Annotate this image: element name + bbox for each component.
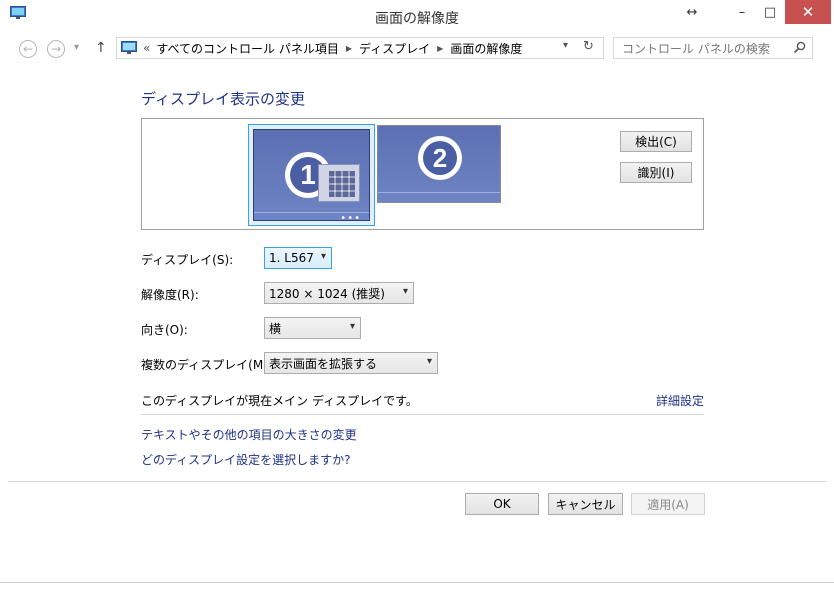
title-bar: 画面の解像度 ↔ – □ ✕ xyxy=(0,0,834,32)
text-size-link[interactable]: テキストやその他の項目の大きさの変更 xyxy=(141,426,357,443)
close-button[interactable]: ✕ xyxy=(785,0,831,24)
chevron-down-icon: ▾ xyxy=(402,286,408,297)
forward-button[interactable]: → xyxy=(47,40,65,58)
chevron-down-icon: ▾ xyxy=(349,321,355,332)
resolution-value: 1280 × 1024 (推奨) xyxy=(269,286,385,301)
breadcrumb-item-resolution[interactable]: 画面の解像度 xyxy=(450,40,522,57)
main-display-status: このディスプレイが現在メイン ディスプレイです。 xyxy=(141,394,418,408)
display-label: ディスプレイ(S): xyxy=(141,253,234,267)
display-arrangement-area: 1 ••• 2 検出(C) 識別(I) xyxy=(141,118,704,230)
resolution-select[interactable]: 1280 × 1024 (推奨) ▾ xyxy=(264,282,414,304)
resize-icon: ↔ xyxy=(686,4,698,20)
ok-button[interactable]: OK xyxy=(465,493,539,515)
search-input[interactable]: コントロール パネルの検索 xyxy=(613,37,813,59)
back-button[interactable]: ← xyxy=(19,40,37,58)
advanced-settings-link[interactable]: 詳細設定 xyxy=(656,392,704,409)
up-button[interactable]: ↑ xyxy=(95,40,107,56)
more-options-icon: ••• xyxy=(340,213,361,224)
chevron-right-icon[interactable]: ▶ xyxy=(346,44,352,53)
control-panel-icon xyxy=(121,41,137,55)
multiple-displays-label: 複数のディスプレイ(M): xyxy=(141,358,272,372)
orientation-select[interactable]: 横 ▾ xyxy=(264,317,361,339)
orientation-value: 横 xyxy=(269,321,282,336)
breadcrumb-item-all-items[interactable]: すべてのコントロール パネル項目 xyxy=(156,40,339,57)
breadcrumb-item-display[interactable]: ディスプレイ xyxy=(359,40,430,57)
resolution-label: 解像度(R): xyxy=(141,288,199,302)
breadcrumb-overflow[interactable]: « xyxy=(143,41,150,55)
maximize-button[interactable]: □ xyxy=(758,0,782,24)
address-history-chevron-icon[interactable]: ▾ xyxy=(563,40,568,51)
display-help-link[interactable]: どのディスプレイ設定を選択しますか? xyxy=(141,451,351,468)
identify-button[interactable]: 識別(I) xyxy=(620,162,692,183)
divider xyxy=(141,414,704,415)
multiple-displays-value: 表示画面を拡張する xyxy=(269,356,378,371)
display-value: 1. L567 xyxy=(269,251,314,265)
display-select[interactable]: 1. L567 ▾ xyxy=(264,247,332,269)
address-bar[interactable]: « すべてのコントロール パネル項目 ▶ ディスプレイ ▶ 画面の解像度 ▾ ↻ xyxy=(116,37,604,59)
minimize-button[interactable]: – xyxy=(730,0,754,24)
page-heading: ディスプレイ表示の変更 xyxy=(141,90,305,108)
orientation-label: 向き(O): xyxy=(141,323,188,337)
multiple-displays-select[interactable]: 表示画面を拡張する ▾ xyxy=(264,352,438,374)
refresh-icon[interactable]: ↻ xyxy=(583,39,594,54)
detect-button[interactable]: 検出(C) xyxy=(620,131,692,152)
monitor-2-tile[interactable]: 2 xyxy=(377,125,501,203)
window-title: 画面の解像度 xyxy=(375,11,459,27)
search-placeholder: コントロール パネルの検索 xyxy=(622,41,770,56)
monitor-2-badge: 2 xyxy=(418,136,462,180)
monitor-2-number: 2 xyxy=(423,141,457,175)
footer-divider xyxy=(8,481,826,482)
chevron-down-icon: ▾ xyxy=(320,251,326,262)
search-icon[interactable] xyxy=(793,41,806,57)
monitor-1-tile[interactable]: 1 ••• xyxy=(248,124,375,226)
monitor-1-screen: 1 ••• xyxy=(253,129,370,224)
chevron-down-icon: ▾ xyxy=(426,356,432,367)
chevron-right-icon[interactable]: ▶ xyxy=(437,44,443,53)
recent-pages-dropdown[interactable]: ▾ xyxy=(74,42,79,53)
main-display-icon xyxy=(318,164,360,202)
window-bottom-edge xyxy=(0,582,834,583)
apply-button[interactable]: 適用(A) xyxy=(631,493,705,515)
cancel-button[interactable]: キャンセル xyxy=(548,493,623,515)
